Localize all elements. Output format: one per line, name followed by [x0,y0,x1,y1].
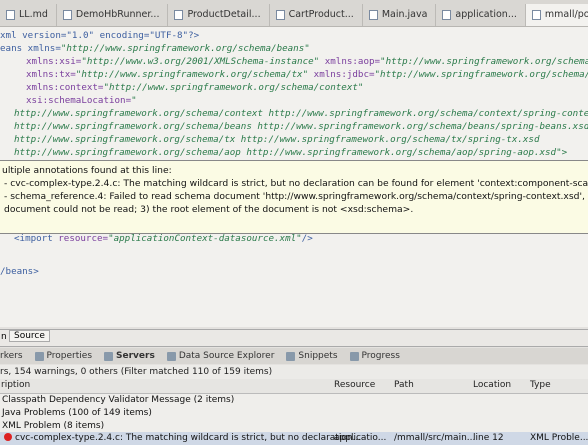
tab-0[interactable]: LL.md [0,4,57,26]
view-tab-2[interactable]: Servers [104,351,155,361]
problems-table-header: ription Resource Path Location Type [0,379,588,394]
code-line-close: /beans> [0,266,39,277]
tooltip-line-3: document could not be read; 3) the root … [4,204,414,215]
code-line-7: http://www.springframework.org/schema/co… [14,108,588,119]
col-type[interactable]: Type [530,380,551,390]
file-icon [368,10,378,20]
code-line-1: xml version="1.0" encoding="UTF-8"?> [0,30,200,41]
col-path[interactable]: Path [394,380,414,390]
file-icon [442,10,452,20]
tab-6[interactable]: mmall/pom.xml [525,4,588,26]
code-line-10: http://www.springframework.org/schema/ao… [14,147,568,158]
tab-5[interactable]: application... [436,4,526,26]
annotation-tooltip: ultiple annotations found at this line: … [0,160,588,234]
snippets-icon [286,351,296,361]
file-icon [6,10,15,20]
design-tab[interactable]: n [1,332,7,342]
tooltip-line-2: - schema_reference.4: Failed to read sch… [4,191,588,202]
file-icon [531,10,541,20]
datasource-icon [166,351,176,361]
tab-4[interactable]: Main.java [363,4,437,26]
tab-1[interactable]: DemoHbRunner... [57,4,169,26]
view-tab-4[interactable]: Snippets [286,351,338,361]
view-tab-1[interactable]: Properties [34,351,92,361]
source-tab[interactable]: Source [9,330,50,342]
table-row[interactable]: cvc-complex-type.2.4.c: The matching wil… [0,432,588,445]
code-line-9: http://www.springframework.org/schema/tx… [14,134,540,145]
code-line-4: xmlns:tx="http://www.springframework.org… [26,69,588,80]
col-location[interactable]: Location [473,380,511,390]
file-icon [174,10,184,20]
tooltip-line-1: - cvc-complex-type.2.4.c: The matching w… [4,178,588,189]
tooltip-title: ultiple annotations found at this line: [2,165,172,176]
editor-mode-tabs: n Source [0,329,588,347]
tab-2[interactable]: ProductDetail... [168,4,270,26]
code-line-2: eans xmlns="http://www.springframework.o… [0,43,310,54]
tab-3[interactable]: CartProduct... [270,4,363,26]
col-description[interactable]: ription [1,380,30,390]
view-tab-3[interactable]: Data Source Explorer [166,351,274,361]
code-line-8: http://www.springframework.org/schema/be… [14,121,588,132]
editor-tab-bar: LL.md DemoHbRunner... ProductDetail... Cart… [0,0,588,27]
view-tab-5[interactable]: Progress [349,351,400,361]
views-tab-bar: rkers Properties Servers Data Source Explor… [0,348,588,364]
error-icon [4,433,12,441]
code-line-6: xsi:schemaLocation=" [26,95,137,106]
xml-editor[interactable]: xml version="1.0" encoding="UTF-8"?> ean… [0,27,588,327]
servers-icon [104,351,114,361]
table-row[interactable]: Java Problems (100 of 149 items) [0,407,588,420]
file-icon [62,10,72,20]
view-tab-0[interactable]: rkers [0,351,23,361]
code-line-import: <import resource="applicationContext-dat… [14,233,313,244]
problems-summary: rs, 154 warnings, 0 others (Filter match… [0,365,588,379]
table-row[interactable]: Classpath Dependency Validator Message (… [0,394,588,407]
properties-icon [34,351,44,361]
code-line-5: xmlns:context="http://www.springframewor… [26,82,364,93]
col-resource[interactable]: Resource [334,380,375,390]
file-icon [275,10,285,20]
progress-icon [349,351,359,361]
code-line-3: xmlns:xsi="http://www.w3.org/2001/XMLSch… [26,56,588,67]
